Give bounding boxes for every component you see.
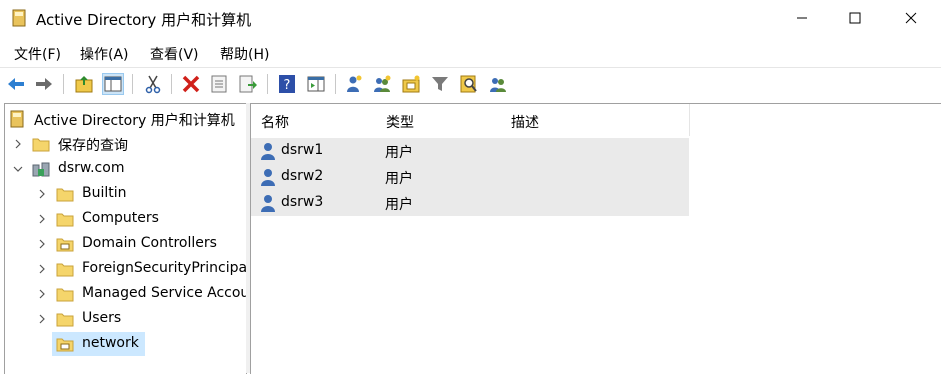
maximize-icon [849,12,861,24]
tree-label: Builtin [82,185,127,201]
folder-icon [56,213,74,227]
tree-item-users[interactable]: Users [5,307,246,331]
ad-app-icon [10,110,24,128]
new-ou-icon[interactable] [401,74,421,94]
tree-item-domain[interactable]: dsrw.com [5,157,246,181]
properties-icon[interactable] [209,74,229,94]
minimize-icon [797,17,807,19]
tree-item-domain-controllers[interactable]: Domain Controllers [5,232,246,256]
user-name: dsrw2 [281,168,324,184]
tree-label: Computers [82,210,159,226]
tree-label: Active Directory 用户和计算机 [34,113,235,129]
export-list-icon[interactable] [238,74,258,94]
tree-item-foreign-security-principals[interactable]: ForeignSecurityPrincipals [5,257,246,281]
user-type: 用户 [385,145,413,161]
tree-item-root[interactable]: Active Directory 用户和计算机 [5,107,246,131]
column-header-type[interactable]: 类型 [376,104,502,136]
user-icon [261,195,275,212]
help-icon[interactable]: ? [277,74,297,94]
minimize-button[interactable] [779,0,825,36]
chevron-right-icon[interactable] [37,239,47,249]
menu-action[interactable]: 操作(A) [80,44,129,64]
svg-text:?: ? [284,78,291,93]
folder-icon [56,263,74,277]
user-type: 用户 [385,197,413,213]
show-hide-tree-icon[interactable] [102,73,124,95]
folder-icon [56,188,74,202]
folder-icon [56,288,74,302]
list-item[interactable]: dsrw2 用户 [251,164,689,190]
forward-arrow-icon[interactable] [34,74,54,94]
up-folder-icon[interactable] [74,74,94,94]
toolbar-separator [171,74,172,94]
tree-item-network[interactable]: network [5,332,246,356]
menu-bar: 文件(F) 操作(A) 查看(V) 帮助(H) [0,38,941,66]
domain-icon [32,162,50,177]
tree-item-managed-service-accounts[interactable]: Managed Service Accounts [5,282,246,306]
ou-folder-icon [56,338,74,352]
tree-item-builtin[interactable]: Builtin [5,182,246,206]
column-header-description[interactable]: 描述 [501,104,690,136]
tree-label: Domain Controllers [82,235,217,251]
chevron-down-icon[interactable] [13,164,23,174]
menu-file[interactable]: 文件(F) [14,44,61,64]
column-header-name[interactable]: 名称 [251,104,377,136]
new-group-icon[interactable] [372,74,392,94]
title-bar: Active Directory 用户和计算机 [0,0,941,38]
folder-icon [32,138,50,152]
window-title: Active Directory 用户和计算机 [36,11,252,29]
close-button[interactable] [888,0,934,36]
chevron-right-icon[interactable] [37,189,47,199]
menu-view[interactable]: 查看(V) [150,44,199,64]
chevron-right-icon[interactable] [37,314,47,324]
list-item[interactable]: dsrw3 用户 [251,190,689,216]
menu-help[interactable]: 帮助(H) [220,44,269,64]
user-name: dsrw1 [281,142,324,158]
user-icon [261,143,275,160]
chevron-right-icon[interactable] [13,139,23,149]
toolbar-separator [267,74,268,94]
toolbar: ? [0,67,941,100]
toolbar-separator [132,74,133,94]
find-icon[interactable] [459,74,479,94]
back-arrow-icon[interactable] [6,74,26,94]
tree-label: network [82,335,139,351]
tree-label: ForeignSecurityPrincipals [82,260,247,276]
ou-folder-icon [56,238,74,252]
delete-icon[interactable] [181,74,201,94]
chevron-right-icon[interactable] [37,289,47,299]
filter-icon[interactable] [430,74,450,94]
maximize-button[interactable] [832,0,878,36]
user-icon [261,169,275,186]
tree-label: Users [82,310,122,326]
list-pane[interactable]: 名称 类型 描述 dsrw1 用户 dsrw2 用户 dsrw3 用户 [250,103,941,374]
tree-item-computers[interactable]: Computers [5,207,246,231]
new-user-icon[interactable] [344,74,364,94]
cut-icon[interactable] [143,74,163,94]
close-icon [905,12,917,24]
ad-app-icon [12,9,26,27]
add-to-group-icon[interactable] [488,74,508,94]
list-item[interactable]: dsrw1 用户 [251,138,689,164]
folder-icon [56,313,74,327]
tree-label: 保存的查询 [58,138,128,154]
chevron-right-icon[interactable] [37,264,47,274]
user-type: 用户 [385,171,413,187]
user-name: dsrw3 [281,194,324,210]
tree-pane[interactable]: Active Directory 用户和计算机 保存的查询 dsrw.com B… [4,103,247,374]
toolbar-separator [335,74,336,94]
tree-label: Managed Service Accounts [82,285,246,301]
tree-label: dsrw.com [58,160,125,176]
action-pane-icon[interactable] [306,74,326,94]
tree-item-saved-queries[interactable]: 保存的查询 [5,132,246,156]
toolbar-separator [63,74,64,94]
chevron-right-icon[interactable] [37,214,47,224]
